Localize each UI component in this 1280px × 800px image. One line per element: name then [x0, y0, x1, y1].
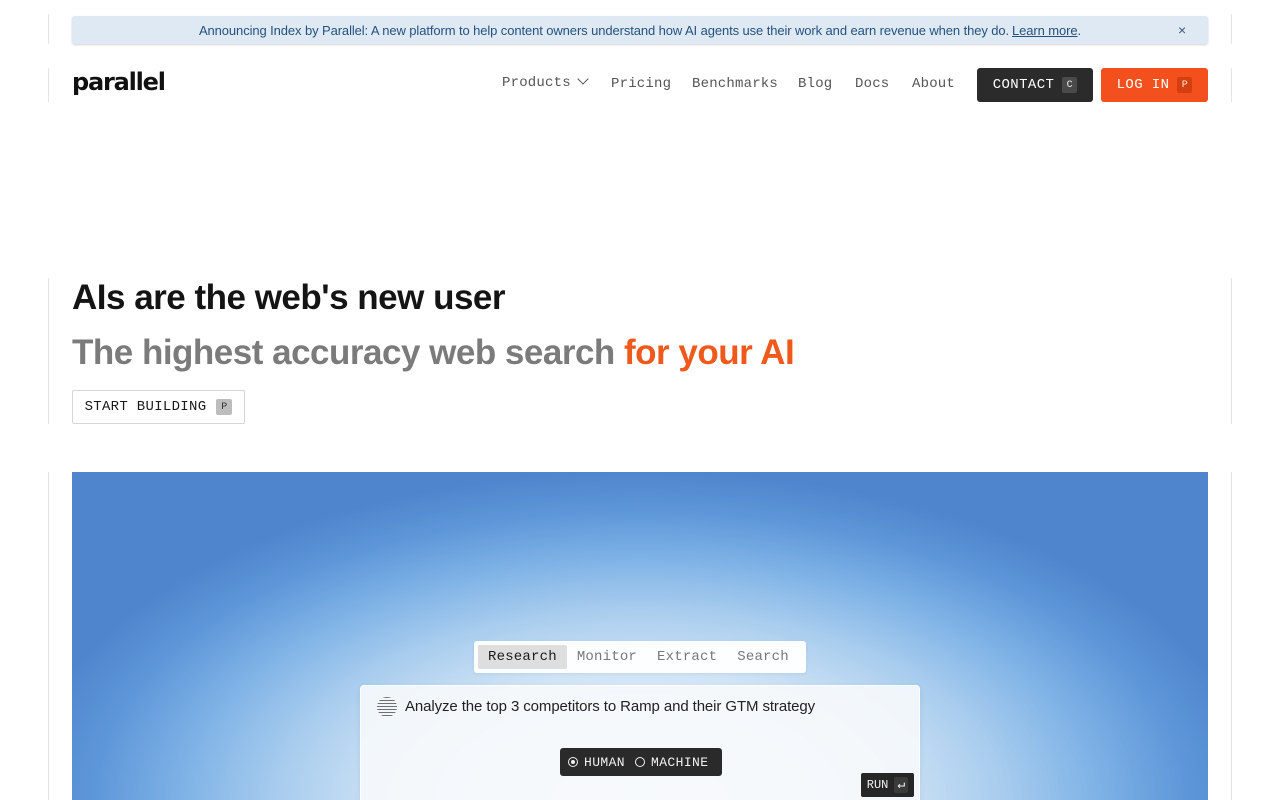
start-building-button[interactable]: START BUILDING P — [72, 390, 245, 424]
radio-selected-icon — [568, 757, 578, 767]
prompt-text[interactable]: Analyze the top 3 competitors to Ramp an… — [405, 698, 815, 715]
globe-lines-icon — [377, 697, 397, 717]
demo-panel: Research Monitor Extract Search Analyze … — [72, 472, 1208, 800]
announcement-period: . — [1077, 22, 1082, 38]
start-building-label: START BUILDING — [84, 399, 207, 415]
nav-about[interactable]: About — [912, 76, 955, 92]
frame-line-right-nav — [1231, 68, 1232, 102]
mode-human-label: HUMAN — [584, 754, 626, 770]
run-button[interactable]: RUN ↵ — [861, 773, 914, 797]
radio-unselected-icon — [635, 757, 646, 767]
login-label: LOG IN — [1116, 77, 1170, 93]
login-shortcut-key: P — [1177, 77, 1193, 93]
run-label: RUN — [866, 778, 889, 792]
tab-research[interactable]: Research — [478, 645, 567, 669]
contact-label: CONTACT — [992, 77, 1055, 93]
announcement-text: Announcing Index by Parallel: A new plat… — [198, 22, 1010, 38]
frame-line-left-nav — [48, 68, 49, 102]
frame-line-right-hero — [1231, 278, 1232, 424]
contact-button[interactable]: CONTACT C — [977, 68, 1093, 102]
hero-subtitle: The highest accuracy web search for your… — [72, 333, 795, 373]
nav-blog[interactable]: Blog — [798, 76, 832, 92]
tab-monitor[interactable]: Monitor — [567, 645, 647, 669]
learn-more-link[interactable]: Learn more — [1012, 23, 1078, 38]
frame-line-right-demo — [1231, 472, 1232, 800]
start-building-shortcut-key: P — [216, 399, 233, 415]
nav-benchmarks[interactable]: Benchmarks — [692, 76, 778, 92]
mode-human-option[interactable]: HUMAN — [568, 755, 625, 770]
mode-toggle: HUMAN MACHINE — [560, 748, 722, 776]
hero-title: AIs are the web's new user — [72, 278, 506, 317]
parallel-logo[interactable]: parallel — [72, 68, 166, 96]
close-icon[interactable]: × — [1174, 20, 1190, 40]
prompt-card[interactable]: Analyze the top 3 competitors to Ramp an… — [360, 685, 920, 800]
mode-machine-option[interactable]: MACHINE — [635, 755, 708, 770]
tab-extract[interactable]: Extract — [647, 645, 727, 669]
frame-line-left-hero — [48, 278, 49, 424]
demo-tabs: Research Monitor Extract Search — [474, 641, 806, 673]
hero-subtitle-main: The highest accuracy web search — [72, 333, 625, 372]
mode-machine-label: MACHINE — [651, 754, 709, 770]
nav-docs[interactable]: Docs — [855, 76, 889, 92]
enter-icon: ↵ — [894, 777, 909, 793]
frame-line-left-demo — [48, 472, 49, 800]
login-button[interactable]: LOG IN P — [1101, 68, 1208, 102]
frame-line-left-top — [48, 14, 49, 44]
nav-products[interactable]: Products — [502, 73, 589, 91]
frame-line-right-top — [1231, 14, 1232, 44]
announcement-bar: Announcing Index by Parallel: A new plat… — [72, 16, 1208, 44]
tab-search[interactable]: Search — [727, 645, 799, 669]
hero-subtitle-accent: for your AI — [624, 333, 795, 372]
nav-products-label: Products — [502, 75, 571, 91]
nav-pricing[interactable]: Pricing — [611, 76, 671, 92]
chevron-down-icon — [577, 73, 589, 85]
contact-shortcut-key: C — [1062, 77, 1078, 93]
